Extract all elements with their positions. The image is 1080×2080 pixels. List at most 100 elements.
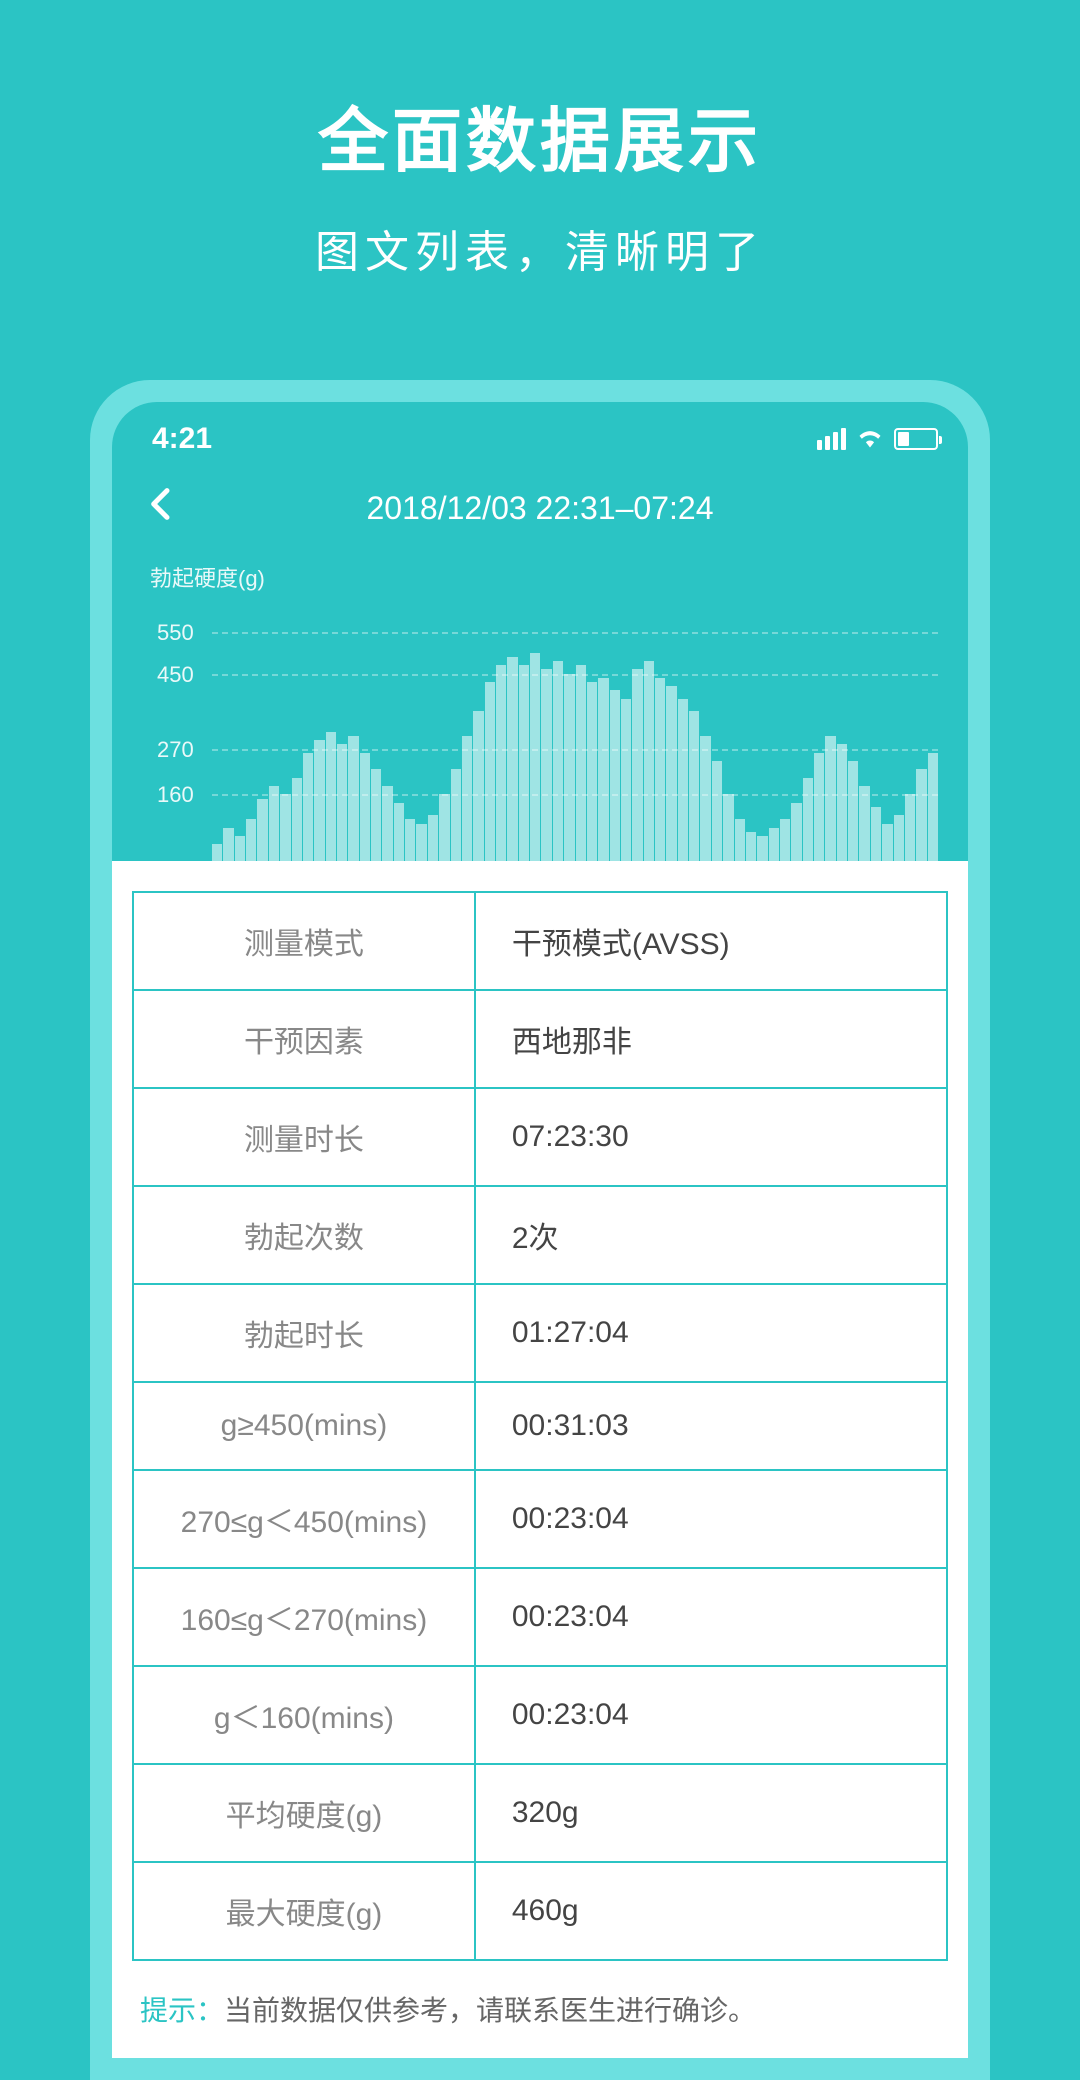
table-row: g≥450(mins)00:31:03 bbox=[133, 1382, 947, 1470]
chart-bar bbox=[303, 753, 313, 861]
chart-bar bbox=[348, 736, 358, 861]
chart-bar bbox=[416, 824, 426, 862]
chart-bar bbox=[791, 803, 801, 861]
hint-label: 提示： bbox=[140, 1995, 224, 2026]
chart-area[interactable]: 勃起硬度(g) 550 450 270 160 bbox=[112, 551, 968, 861]
chart-bar bbox=[314, 740, 324, 861]
chart-bar bbox=[689, 711, 699, 861]
chart-bar bbox=[439, 794, 449, 861]
row-value: 01:27:04 bbox=[475, 1284, 947, 1382]
chart-bar bbox=[848, 761, 858, 861]
chart-bar bbox=[610, 690, 620, 861]
phone-frame: 4:21 2018/12/03 22:31–07:24 勃起硬度(g) bbox=[90, 380, 990, 2080]
tick-label: 450 bbox=[157, 662, 194, 688]
chart-bar bbox=[757, 836, 767, 861]
row-label: 最大硬度(g) bbox=[133, 1862, 475, 1960]
row-value: 00:23:04 bbox=[475, 1470, 947, 1568]
chart-bar bbox=[666, 686, 676, 861]
table-row: 干预因素西地那非 bbox=[133, 990, 947, 1088]
row-value: 320g bbox=[475, 1764, 947, 1862]
table-row: 测量模式干预模式(AVSS) bbox=[133, 892, 947, 990]
chart-bar bbox=[212, 844, 222, 861]
chart-bar bbox=[894, 815, 904, 861]
row-value: 00:31:03 bbox=[475, 1382, 947, 1470]
status-bar: 4:21 bbox=[112, 402, 968, 466]
signal-icon bbox=[817, 428, 846, 450]
chart-bar bbox=[564, 674, 574, 862]
row-label: 勃起次数 bbox=[133, 1186, 475, 1284]
chart-bars bbox=[212, 611, 938, 861]
row-value: 00:23:04 bbox=[475, 1568, 947, 1666]
chart-bar bbox=[678, 699, 688, 862]
table-row: 平均硬度(g)320g bbox=[133, 1764, 947, 1862]
row-label: 勃起时长 bbox=[133, 1284, 475, 1382]
chart-bar bbox=[473, 711, 483, 861]
promo-subtitle: 图文列表，清晰明了 bbox=[0, 216, 1080, 280]
chart-bar bbox=[735, 819, 745, 861]
data-table: 测量模式干预模式(AVSS)干预因素西地那非测量时长07:23:30勃起次数2次… bbox=[132, 891, 948, 1961]
chart-bar bbox=[644, 661, 654, 861]
tick-label: 270 bbox=[157, 737, 194, 763]
tick-label: 160 bbox=[157, 782, 194, 808]
row-label: g≥450(mins) bbox=[133, 1382, 475, 1470]
chart-bar bbox=[712, 761, 722, 861]
row-label: 干预因素 bbox=[133, 990, 475, 1088]
chart-bar bbox=[405, 819, 415, 861]
chart-bar bbox=[462, 736, 472, 861]
back-button[interactable] bbox=[142, 484, 182, 524]
row-value: 00:23:04 bbox=[475, 1666, 947, 1764]
chart-bar bbox=[723, 794, 733, 861]
chart-bar bbox=[246, 819, 256, 861]
phone-screen: 4:21 2018/12/03 22:31–07:24 勃起硬度(g) bbox=[112, 402, 968, 2058]
chart-bar bbox=[655, 678, 665, 861]
table-row: 测量时长07:23:30 bbox=[133, 1088, 947, 1186]
chart-bar bbox=[814, 753, 824, 861]
row-label: 平均硬度(g) bbox=[133, 1764, 475, 1862]
status-time: 4:21 bbox=[152, 422, 212, 456]
chart-bar bbox=[394, 803, 404, 861]
chart-bar bbox=[905, 794, 915, 861]
chart-bar bbox=[223, 828, 233, 861]
chart-bar bbox=[587, 682, 597, 861]
chart-bar bbox=[769, 828, 779, 861]
chart-bar bbox=[576, 665, 586, 861]
chart-bar bbox=[280, 794, 290, 861]
chart-bar bbox=[337, 744, 347, 861]
table-row: 最大硬度(g)460g bbox=[133, 1862, 947, 1960]
chart-bar bbox=[360, 753, 370, 861]
table-row: g＜160(mins)00:23:04 bbox=[133, 1666, 947, 1764]
tick-label: 550 bbox=[157, 620, 194, 646]
wifi-icon bbox=[856, 422, 884, 456]
chart-bar bbox=[292, 778, 302, 861]
table-row: 勃起时长01:27:04 bbox=[133, 1284, 947, 1382]
chart-bar bbox=[428, 815, 438, 861]
chart-bar bbox=[382, 786, 392, 861]
chart-bar bbox=[803, 778, 813, 861]
chart-bar bbox=[598, 678, 608, 861]
content-panel: 测量模式干预模式(AVSS)干预因素西地那非测量时长07:23:30勃起次数2次… bbox=[112, 861, 968, 2058]
chart-bar bbox=[837, 744, 847, 861]
hint-row: 提示：当前数据仅供参考，请联系医生进行确诊。 bbox=[132, 1989, 948, 2029]
chart-bar bbox=[621, 699, 631, 862]
chart-bar bbox=[257, 799, 267, 862]
chart-bar bbox=[871, 807, 881, 861]
table-row: 勃起次数2次 bbox=[133, 1186, 947, 1284]
chart-bar bbox=[928, 753, 938, 861]
chart-bar bbox=[746, 832, 756, 861]
row-value: 2次 bbox=[475, 1186, 947, 1284]
promo-header: 全面数据展示 图文列表，清晰明了 bbox=[0, 0, 1080, 280]
chart-bar bbox=[519, 665, 529, 861]
chart-bar bbox=[780, 819, 790, 861]
battery-icon bbox=[894, 428, 938, 450]
chart-bar bbox=[825, 736, 835, 861]
table-row: 270≤g＜450(mins)00:23:04 bbox=[133, 1470, 947, 1568]
chart-bar bbox=[326, 732, 336, 861]
status-right bbox=[817, 422, 938, 456]
chart-ylabel: 勃起硬度(g) bbox=[150, 561, 938, 593]
hint-text: 当前数据仅供参考，请联系医生进行确诊。 bbox=[224, 1995, 756, 2026]
chart-bar bbox=[269, 786, 279, 861]
row-label: g＜160(mins) bbox=[133, 1666, 475, 1764]
chart-bar bbox=[916, 769, 926, 861]
chart-bar bbox=[507, 657, 517, 861]
chart-bar bbox=[700, 736, 710, 861]
